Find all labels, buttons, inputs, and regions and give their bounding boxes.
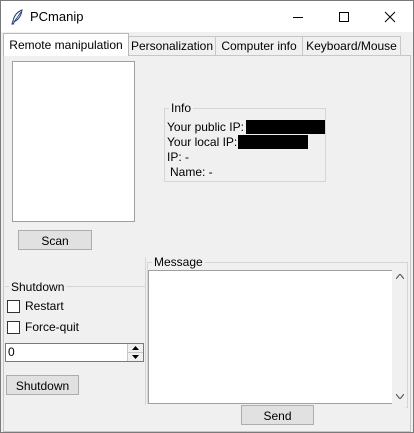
force-quit-checkbox[interactable] (7, 321, 20, 334)
tab-keyboard-mouse[interactable]: Keyboard/Mouse (302, 36, 401, 55)
shutdown-section-title: Shutdown (9, 280, 67, 294)
name-line: Name: - (170, 165, 213, 179)
public-ip-redacted (246, 120, 325, 134)
message-textarea[interactable] (148, 270, 393, 404)
shutdown-delay-spinbox[interactable]: 0 (5, 343, 144, 362)
title-bar[interactable]: PCmanip (1, 1, 413, 32)
tab-strip: Remote manipulation Personalization Comp… (1, 33, 413, 56)
public-ip-label: Your public IP: (167, 120, 244, 134)
send-button[interactable]: Send (241, 405, 314, 425)
spin-down-button[interactable] (128, 353, 143, 361)
spin-buttons (127, 344, 143, 361)
minimize-button[interactable] (275, 1, 321, 32)
ip-line: IP: - (167, 150, 190, 164)
shutdown-button[interactable]: Shutdown (6, 375, 79, 395)
spin-up-button[interactable] (128, 344, 143, 353)
tab-remote-manipulation[interactable]: Remote manipulation (3, 33, 129, 56)
message-scrollbar[interactable] (392, 270, 407, 404)
restart-label[interactable]: Restart (25, 299, 64, 313)
shutdown-delay-value[interactable]: 0 (8, 345, 15, 359)
force-quit-label[interactable]: Force-quit (25, 320, 79, 334)
feather-icon (10, 9, 24, 25)
close-button[interactable] (367, 1, 413, 32)
info-group: Info Your public IP: Your local IP: IP: … (164, 101, 326, 182)
tab-personalization[interactable]: Personalization (128, 36, 216, 55)
info-group-title: Info (169, 101, 194, 115)
local-ip-redacted (238, 135, 308, 149)
scan-button[interactable]: Scan (18, 230, 92, 250)
message-group-title: Message (152, 255, 205, 269)
app-window: PCmanip Remote manipulation Personalizat… (0, 0, 414, 433)
window-title: PCmanip (30, 9, 84, 24)
restart-checkbox[interactable] (7, 300, 20, 313)
hosts-listbox[interactable] (12, 61, 135, 222)
section-divider (145, 257, 146, 405)
maximize-button[interactable] (321, 1, 367, 32)
tab-computer-info[interactable]: Computer info (215, 36, 303, 55)
local-ip-label: Your local IP: (167, 135, 238, 149)
